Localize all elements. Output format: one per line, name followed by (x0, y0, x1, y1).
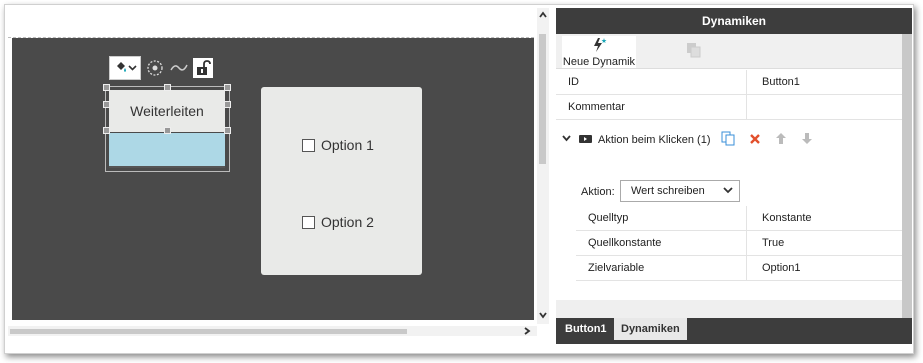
column-divider (746, 70, 747, 94)
panel-title: Dynamiken (556, 8, 912, 34)
new-dynamic-label: Neue Dynamik (562, 56, 636, 68)
widget-mini-toolbar (109, 56, 213, 80)
prop-value[interactable]: Option1 (762, 262, 801, 274)
action-label: Aktion: (581, 186, 615, 198)
arrow-up-icon[interactable] (775, 132, 787, 148)
vertical-scroll-thumb[interactable] (539, 34, 546, 164)
checkbox-group-panel[interactable]: Option 1 Option 2 (261, 87, 422, 275)
checkbox-label: Option 2 (321, 214, 374, 230)
checkbox-label: Option 1 (321, 137, 374, 153)
panel-bottom-area (556, 300, 912, 320)
prop-row-kommentar[interactable]: Kommentar (556, 95, 912, 120)
prop-key: Quelltyp (588, 212, 629, 224)
prop-key: Quellkonstante (588, 237, 662, 249)
button-face-label[interactable]: Weiterleiten (109, 90, 225, 132)
fill-icon (114, 60, 128, 77)
action-select[interactable]: Wert schreiben (620, 180, 740, 202)
scroll-down-arrow-icon[interactable] (538, 310, 548, 323)
panel-scroll-edge (902, 34, 912, 318)
prop-key: Zielvariable (588, 262, 645, 274)
new-dynamic-button[interactable]: Neue Dynamik (562, 36, 636, 68)
resize-handle[interactable] (164, 84, 171, 91)
prop-value[interactable]: Konstante (762, 212, 812, 224)
action-header-label: Aktion beim Klicken (1) (598, 134, 711, 146)
copy-icon[interactable] (686, 42, 702, 61)
arrow-down-icon[interactable] (801, 132, 813, 148)
lightning-star-icon (591, 37, 607, 56)
column-divider (746, 95, 747, 119)
expand-chevron-icon[interactable] (562, 134, 571, 146)
column-divider (746, 256, 747, 280)
prop-row-id[interactable]: ID Button1 (556, 70, 912, 95)
checkbox[interactable] (302, 138, 315, 152)
sub-prop-row-zielvariable[interactable]: Zielvariable Option1 (576, 256, 912, 281)
wave-icon[interactable] (169, 58, 189, 78)
tab-button1[interactable]: Button1 (558, 318, 614, 340)
target-icon[interactable] (145, 58, 165, 78)
resize-handle[interactable] (103, 84, 110, 91)
horizontal-scroll-thumb[interactable] (10, 329, 407, 334)
checkbox-option-2[interactable]: Option 2 (302, 214, 374, 230)
fill-color-dropdown[interactable] (109, 56, 141, 80)
copy-icon[interactable] (721, 131, 735, 149)
vertical-scrollbar[interactable] (537, 8, 549, 324)
unlock-icon[interactable] (193, 58, 213, 78)
sub-prop-row-quelltyp[interactable]: Quelltyp Konstante (576, 206, 912, 231)
prop-value[interactable]: Button1 (762, 76, 800, 88)
resize-handle[interactable] (103, 101, 110, 108)
prop-key: Kommentar (568, 101, 625, 113)
column-divider (746, 231, 747, 255)
prop-key: ID (568, 76, 579, 88)
panel-toolbar: Neue Dynamik (556, 34, 912, 69)
prop-value[interactable]: True (762, 237, 784, 249)
canvas-top-margin (8, 8, 534, 38)
resize-handle[interactable] (164, 127, 171, 134)
action-select-value: Wert schreiben (631, 185, 705, 197)
sub-prop-row-quellkonstante[interactable]: Quellkonstante True (576, 231, 912, 256)
column-divider (746, 206, 747, 230)
chevron-down-icon (723, 185, 733, 198)
weiterleiten-button-widget[interactable]: Weiterleiten (103, 84, 231, 172)
tab-dynamiken[interactable]: Dynamiken (614, 318, 687, 340)
dynamics-panel: Dynamiken Neue Dynamik ID Button1 Kommen… (556, 8, 912, 344)
checkbox-option-1[interactable]: Option 1 (302, 137, 374, 153)
chevron-down-icon (127, 61, 137, 75)
checkbox[interactable] (302, 215, 315, 229)
close-icon[interactable] (749, 133, 761, 148)
resize-handle[interactable] (224, 84, 231, 91)
horizontal-scrollbar[interactable] (8, 326, 537, 336)
action-header[interactable]: Aktion beim Klicken (1) (556, 128, 912, 152)
bottom-tab-bar: Button1 Dynamiken (556, 318, 912, 344)
resize-handle[interactable] (224, 127, 231, 134)
scroll-up-arrow-icon[interactable] (538, 10, 548, 23)
button-fill-bar (109, 133, 225, 168)
action-icon (579, 134, 592, 147)
resize-handle[interactable] (103, 127, 110, 134)
scroll-right-arrow-icon[interactable] (522, 326, 532, 339)
resize-handle[interactable] (224, 101, 231, 108)
